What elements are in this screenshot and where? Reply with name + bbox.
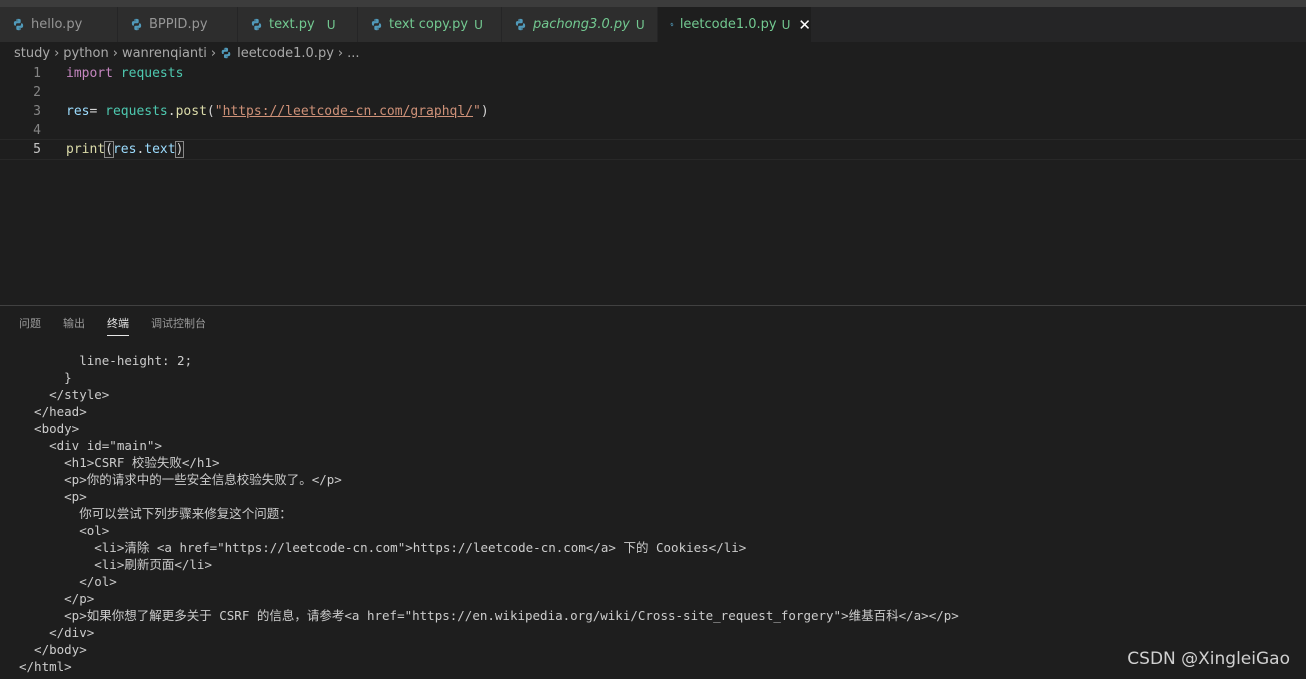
module-name: requests xyxy=(120,66,184,81)
attribute: text xyxy=(144,142,176,157)
breadcrumb-item[interactable]: python xyxy=(63,46,108,61)
tab-text-copy-py[interactable]: text copy.py U xyxy=(358,7,502,42)
terminal-line: <li>清除 <a href="https://leetcode-cn.com"… xyxy=(19,540,747,555)
terminal-line: </body> xyxy=(19,642,87,657)
url-link[interactable]: https://leetcode-cn.com/graphql/ xyxy=(223,104,473,119)
terminal-output[interactable]: line-height: 2; } </style> </head> <body… xyxy=(19,352,959,675)
code-line: 4 xyxy=(0,121,1306,140)
breadcrumb-item[interactable]: study xyxy=(14,46,50,61)
untracked-badge: U xyxy=(635,17,645,32)
terminal-line: <h1>CSRF 校验失败</h1> xyxy=(19,455,220,470)
python-file-icon xyxy=(670,22,674,27)
bracket-match: ) xyxy=(174,141,185,158)
panel-divider[interactable] xyxy=(0,305,1306,306)
python-file-icon xyxy=(221,47,231,59)
tab-bppid-py[interactable]: BPPID.py xyxy=(118,7,238,42)
tab-label: pachong3.0.py xyxy=(533,17,630,32)
tab-leetcode-py[interactable]: leetcode1.0.py U ✕ xyxy=(658,7,812,42)
terminal-line: <ol> xyxy=(19,523,110,538)
code-editor[interactable]: 1 import requests 2 3 res= requests.post… xyxy=(0,64,1306,304)
line-number: 3 xyxy=(33,104,41,119)
code-line: 2 xyxy=(0,83,1306,102)
terminal-line: </div> xyxy=(19,625,95,640)
panel-tab-bar: 问题 输出 终端 调试控制台 xyxy=(19,315,228,336)
punctuation: . xyxy=(167,104,176,119)
breadcrumb-file[interactable]: leetcode1.0.py xyxy=(237,46,334,61)
code-line: 3 res= requests.post("https://leetcode-c… xyxy=(0,102,1306,121)
keyword-import: import xyxy=(66,66,113,81)
line-number: 1 xyxy=(33,66,41,81)
python-file-icon xyxy=(371,18,382,31)
terminal-line: </style> xyxy=(19,387,110,402)
untracked-badge: U xyxy=(474,17,483,32)
terminal-line: <p>如果你想了解更多关于 CSRF 的信息，请参考<a href="https… xyxy=(19,608,959,623)
tab-debug-console[interactable]: 调试控制台 xyxy=(151,315,206,335)
variable: res xyxy=(112,142,137,157)
terminal-line: </ol> xyxy=(19,574,117,589)
operator: = xyxy=(89,104,98,119)
tab-text-py[interactable]: text.py U xyxy=(238,7,358,42)
tab-terminal[interactable]: 终端 xyxy=(107,315,129,336)
terminal-line: <li>刷新页面</li> xyxy=(19,557,212,572)
python-file-icon xyxy=(515,18,526,31)
code-line: 1 import requests xyxy=(0,64,1306,83)
code-text: print(res.text) xyxy=(66,140,185,159)
line-number: 2 xyxy=(33,85,41,100)
terminal-line: </html> xyxy=(19,659,72,674)
python-file-icon xyxy=(131,18,142,31)
code-text: import requests xyxy=(66,64,183,83)
breadcrumb: study › python › wanrenqianti › leetcode… xyxy=(14,44,360,62)
punctuation: ) xyxy=(480,104,489,119)
line-number: 4 xyxy=(33,123,41,138)
close-icon[interactable]: ✕ xyxy=(798,16,811,34)
window-top-strip xyxy=(0,0,1306,7)
terminal-line: 你可以尝试下列步骤来修复这个问题： xyxy=(19,506,292,521)
bracket-match: ( xyxy=(104,141,114,158)
tab-label: BPPID.py xyxy=(149,17,208,32)
string-quote: " xyxy=(473,104,481,119)
terminal-line: <p>你的请求中的一些安全信息校验失败了。</p> xyxy=(19,472,342,487)
untracked-badge: U xyxy=(781,17,791,32)
function-name: post xyxy=(175,104,207,119)
chevron-right-icon: › xyxy=(112,45,118,61)
watermark: CSDN @XingleiGao xyxy=(1127,649,1290,669)
editor-tab-bar: hello.py BPPID.py text.py U text copy.py… xyxy=(0,7,1306,42)
tab-label: hello.py xyxy=(31,17,83,32)
terminal-line: } xyxy=(19,370,72,385)
current-code-line: 5 print(res.text) xyxy=(0,139,1306,160)
code-text: res= requests.post("https://leetcode-cn.… xyxy=(66,102,489,121)
tab-label: text copy.py xyxy=(389,17,469,32)
tab-problems[interactable]: 问题 xyxy=(19,315,41,335)
python-file-icon xyxy=(13,18,24,31)
terminal-line: <p> xyxy=(19,489,87,504)
terminal-line: <body> xyxy=(19,421,80,436)
tab-label: leetcode1.0.py xyxy=(679,17,777,32)
punctuation: ( xyxy=(206,104,215,119)
terminal-line: </head> xyxy=(19,404,87,419)
tab-pachong3-py[interactable]: pachong3.0.py U xyxy=(502,7,658,42)
terminal-line: <div id="main"> xyxy=(19,438,162,453)
python-file-icon xyxy=(251,18,262,31)
function-name: print xyxy=(66,142,106,157)
chevron-right-icon: › xyxy=(54,45,60,61)
terminal-line: line-height: 2; xyxy=(19,353,193,368)
chevron-right-icon: › xyxy=(210,45,217,61)
tab-output[interactable]: 输出 xyxy=(63,315,85,335)
breadcrumb-item[interactable]: wanrenqianti xyxy=(122,46,207,61)
line-number: 5 xyxy=(33,142,41,157)
tab-hello-py[interactable]: hello.py xyxy=(0,7,118,42)
module-name: requests xyxy=(105,104,168,119)
chevron-right-icon: › xyxy=(337,45,344,61)
terminal-line: </p> xyxy=(19,591,95,606)
tab-label: text.py xyxy=(269,17,315,32)
string-quote: " xyxy=(214,104,223,119)
untracked-badge: U xyxy=(326,17,336,32)
breadcrumb-ellipsis[interactable]: ... xyxy=(347,46,359,61)
variable: res xyxy=(66,104,90,119)
